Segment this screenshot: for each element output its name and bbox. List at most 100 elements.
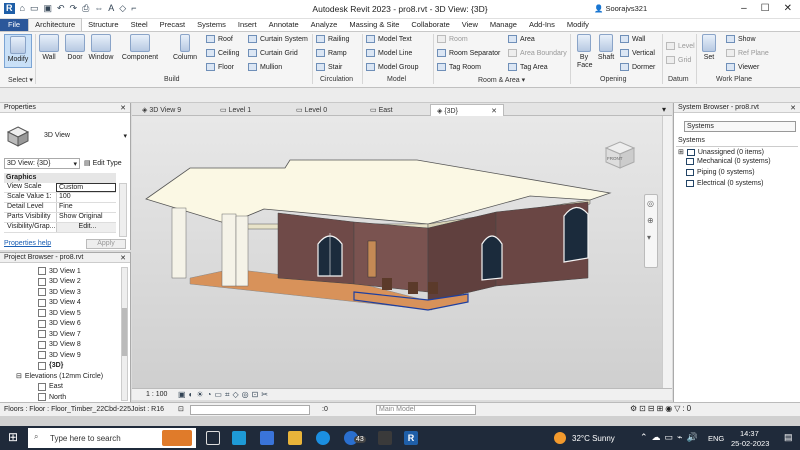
component-button[interactable]: Component — [119, 34, 161, 61]
tab-massing-site[interactable]: Massing & Site — [343, 19, 405, 31]
browser-item-3d-view-4[interactable]: 3D View 4 — [38, 298, 81, 307]
room-button[interactable]: Room — [437, 35, 468, 43]
prop-visibility-graphics[interactable]: Visibility/Grap... Edit... — [4, 223, 116, 233]
browser-item-3d-view-2[interactable]: 3D View 2 — [38, 277, 81, 286]
tab-steel[interactable]: Steel — [125, 19, 154, 31]
opening-wall-button[interactable]: Wall — [620, 35, 645, 43]
group-room-area[interactable]: Room & Area ▾ — [478, 76, 525, 84]
browser-item-3d-view-1[interactable]: 3D View 1 — [38, 267, 81, 275]
steering-wheel-icon[interactable]: ◎ — [647, 199, 655, 208]
browser-item-east[interactable]: East — [38, 382, 63, 391]
tab-annotate[interactable]: Annotate — [263, 19, 305, 31]
tab-menu-icon[interactable]: ▾ — [662, 105, 666, 114]
close-button[interactable]: ✕ — [784, 3, 792, 14]
dormer-button[interactable]: Dormer — [620, 63, 655, 71]
model-group-button[interactable]: Model Group — [366, 63, 418, 71]
selection-filter-icons[interactable]: ⚙⊡⊟⊞◉▽:0 — [630, 404, 693, 413]
prop-scale-value[interactable]: Scale Value 1: 100 — [4, 193, 116, 203]
tab-3d-active[interactable]: ◈ {3D} ✕ — [430, 104, 504, 116]
tab-systems[interactable]: Systems — [191, 19, 232, 31]
mullion-button[interactable]: Mullion — [248, 63, 282, 71]
railing-button[interactable]: Railing — [316, 35, 349, 43]
tab-level-0[interactable]: ▭ Level 0 — [290, 104, 333, 116]
curtain-system-button[interactable]: Curtain System — [248, 35, 308, 43]
wall-button[interactable]: Wall — [37, 34, 61, 61]
stair-button[interactable]: Stair — [316, 63, 342, 71]
prop-detail-level[interactable]: Detail Level Fine — [4, 203, 116, 213]
systems-dropdown[interactable]: Systems — [684, 121, 796, 132]
browser-item-3d-view-8[interactable]: 3D View 8 — [38, 340, 81, 349]
tab-file[interactable]: File — [0, 19, 29, 31]
system-item-piping[interactable]: Piping (0 systems) — [686, 169, 755, 176]
door-button[interactable]: Door — [63, 34, 87, 61]
task-view-icon[interactable] — [206, 431, 220, 445]
notifications-icon[interactable]: ▤ — [784, 432, 793, 443]
show-button[interactable]: Show — [726, 35, 756, 43]
area-button[interactable]: Area — [508, 35, 535, 43]
prop-view-scale[interactable]: View Scale Custom — [4, 183, 116, 193]
browser-item-3d-active[interactable]: {3D} — [38, 361, 63, 370]
group-select[interactable]: Select ▾ — [8, 76, 33, 84]
close-icon[interactable]: ✕ — [790, 104, 796, 112]
properties-scrollbar[interactable] — [119, 183, 127, 237]
clock-time[interactable]: 14:37 — [740, 429, 759, 438]
tab-3d-view-9[interactable]: ◈ 3D View 9 — [136, 104, 187, 116]
tray-icons[interactable]: ⌃☁▭⌁🔊 — [640, 432, 702, 443]
shaft-button[interactable]: Shaft — [596, 34, 616, 61]
roof-button[interactable]: Roof — [206, 35, 233, 43]
set-button[interactable]: Set — [699, 34, 719, 61]
viewcube[interactable]: FRONT — [602, 140, 638, 170]
browser-item-3d-view-5[interactable]: 3D View 5 — [38, 309, 81, 317]
browser-scrollbar[interactable] — [121, 267, 128, 401]
search-box[interactable]: ⌕ Type here to search — [28, 428, 196, 448]
tab-modify[interactable]: Modify — [561, 19, 595, 31]
tab-add-ins[interactable]: Add-Ins — [523, 19, 561, 31]
view-control-icons[interactable]: ▣◐☀◔▭⌗◇◎⊡✂ — [178, 390, 271, 400]
ref-plane-button[interactable]: Ref Plane — [726, 49, 769, 57]
edit-type-button[interactable]: ▤ Edit Type — [84, 159, 122, 167]
weather-text[interactable]: 32°C Sunny — [572, 434, 615, 443]
modify-button[interactable]: Modify — [4, 34, 32, 68]
browser-item-3d-view-3[interactable]: 3D View 3 — [38, 288, 81, 296]
edge-icon[interactable] — [316, 431, 330, 445]
vertical-button[interactable]: Vertical — [620, 49, 655, 57]
tag-room-button[interactable]: Tag Room — [437, 63, 481, 71]
weather-icon[interactable] — [554, 432, 566, 444]
tab-level-1[interactable]: ▭ Level 1 — [214, 104, 257, 116]
zoom-icon[interactable]: ⊕ — [647, 216, 655, 225]
browser-item-3d-view-6[interactable]: 3D View 6 — [38, 319, 81, 328]
browser-item-3d-view-7[interactable]: 3D View 7 — [38, 330, 81, 338]
tab-collaborate[interactable]: Collaborate — [405, 19, 455, 31]
system-item-electrical[interactable]: Electrical (0 systems) — [686, 180, 764, 187]
user-account[interactable]: 👤 Soorajvs321 — [594, 4, 647, 13]
workset-dropdown[interactable] — [190, 405, 310, 415]
viewer-button[interactable]: Viewer — [726, 63, 759, 71]
view-scale[interactable]: 1 : 100 — [146, 391, 167, 398]
graphics-section[interactable]: Graphics — [4, 173, 116, 183]
grid-button[interactable]: Grid — [666, 56, 691, 64]
window-button[interactable]: Window — [86, 34, 116, 61]
tab-insert[interactable]: Insert — [232, 19, 263, 31]
type-dropdown-arrow[interactable]: ▾ — [123, 132, 127, 140]
properties-help-link[interactable]: Properties help — [4, 240, 51, 247]
tab-precast[interactable]: Precast — [154, 19, 191, 31]
windows-start-icon[interactable]: ⊞ — [8, 430, 18, 444]
room-separator-button[interactable]: Room Separator — [437, 49, 500, 57]
explorer-icon[interactable] — [288, 431, 302, 445]
tab-structure[interactable]: Structure — [82, 19, 124, 31]
apply-button[interactable]: Apply — [86, 239, 126, 249]
close-icon[interactable]: ✕ — [491, 107, 497, 115]
tab-manage[interactable]: Manage — [484, 19, 523, 31]
clock-date[interactable]: 25-02-2023 — [731, 439, 769, 448]
revit-taskbar-icon[interactable]: R — [404, 431, 418, 445]
curtain-grid-button[interactable]: Curtain Grid — [248, 49, 298, 57]
language-indicator[interactable]: ENG — [708, 434, 724, 443]
worksets-icon[interactable]: ⊡ — [178, 405, 184, 413]
minimize-button[interactable]: – — [741, 3, 747, 14]
view-selector[interactable]: 3D View: {3D} ▾ — [4, 158, 80, 169]
ceiling-button[interactable]: Ceiling — [206, 49, 239, 57]
browser-group-elevations[interactable]: ⊟ Elevations (12mm Circle) — [16, 372, 103, 381]
floor-button[interactable]: Floor — [206, 63, 234, 71]
tab-east[interactable]: ▭ East — [364, 104, 399, 116]
browser-item-north[interactable]: North — [38, 393, 66, 401]
